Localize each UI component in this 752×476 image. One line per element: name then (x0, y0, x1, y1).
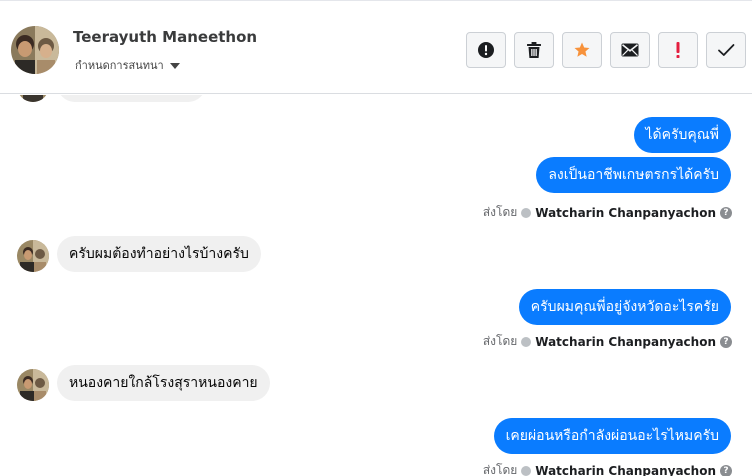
sent-by-name[interactable]: Watcharin Chanpanyachon (535, 335, 716, 349)
outgoing-message-bubble[interactable]: ลงเป็นอาชีพเกษตรกรได้ครับ (536, 157, 731, 193)
envelope-icon (621, 43, 639, 57)
contact-name[interactable]: Teerayuth Maneethon (73, 28, 257, 46)
sent-by-name[interactable]: Watcharin Chanpanyachon (535, 464, 716, 476)
help-icon[interactable]: ? (720, 206, 732, 219)
sent-by-prefix: ส่งโดย (482, 463, 518, 476)
help-icon[interactable]: ? (720, 335, 732, 348)
message-thread[interactable]: ได้ครับคุณพี่ ลงเป็นอาชีพเกษตรกรได้ครับ … (0, 95, 752, 476)
caret-down-icon (169, 62, 180, 69)
sent-by-line: ส่งโดย Watcharin Chanpanyachon ? (483, 461, 732, 476)
mark-spam-button[interactable] (466, 32, 506, 68)
incoming-message-bubble[interactable] (57, 95, 206, 102)
conversation-actions (466, 32, 746, 68)
help-icon[interactable]: ? (720, 464, 732, 476)
checkmark-icon (718, 44, 735, 56)
follow-up-button[interactable] (658, 32, 698, 68)
star-button[interactable] (562, 32, 602, 68)
sent-by-name[interactable]: Watcharin Chanpanyachon (535, 206, 716, 220)
assign-conversation-dropdown[interactable]: กำหนดการสนทนา (75, 56, 180, 74)
sender-avatar (17, 95, 49, 102)
contact-avatar[interactable] (11, 26, 59, 74)
sent-by-prefix: ส่งโดย (482, 334, 518, 348)
incoming-message-bubble[interactable]: ครับผมต้องทำอย่างไรบ้างครับ (57, 236, 261, 272)
mark-unread-button[interactable] (610, 32, 650, 68)
outgoing-message-bubble[interactable]: เคยผ่อนหรือกำลังผ่อนอะไรไหมครับ (493, 418, 731, 454)
star-icon (574, 42, 590, 57)
sent-by-line: ส่งโดย Watcharin Chanpanyachon ? (483, 203, 732, 222)
sent-by-line: ส่งโดย Watcharin Chanpanyachon ? (483, 332, 732, 351)
delete-button[interactable] (514, 32, 554, 68)
outgoing-message-bubble[interactable]: ครับผมคุณพี่อยู่จังหวัดอะไรครัย (518, 289, 731, 325)
exclamation-icon (676, 42, 680, 58)
verified-dot-icon (521, 336, 532, 347)
conversation-header: Teerayuth Maneethon กำหนดการสนทนา (0, 0, 752, 94)
sender-avatar[interactable] (17, 369, 49, 401)
incoming-message-bubble[interactable]: หนองคายใกล้โรงสุราหนองคาย (57, 365, 270, 401)
verified-dot-icon (521, 207, 532, 218)
verified-dot-icon (521, 465, 532, 476)
alert-circle-icon (478, 42, 494, 58)
assign-conversation-label: กำหนดการสนทนา (75, 59, 164, 72)
trash-icon (527, 42, 541, 58)
sent-by-prefix: ส่งโดย (482, 205, 518, 219)
outgoing-message-bubble[interactable]: ได้ครับคุณพี่ (633, 117, 731, 153)
sender-avatar[interactable] (17, 240, 49, 272)
mark-done-button[interactable] (706, 32, 746, 68)
